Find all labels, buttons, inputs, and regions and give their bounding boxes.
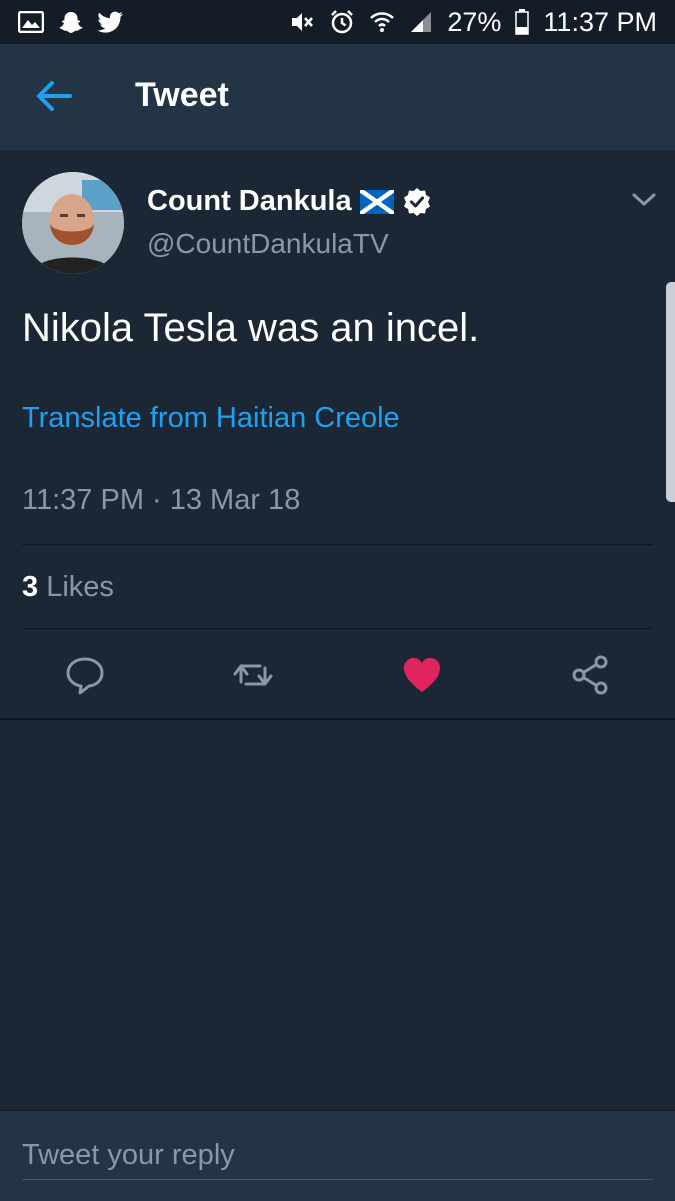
page-title: Tweet — [135, 76, 229, 114]
likes-count: 3 — [22, 571, 39, 603]
author-name[interactable]: Count Dankula — [147, 185, 352, 218]
divider — [22, 628, 653, 629]
status-time: 11:37 PM — [543, 6, 657, 37]
image-icon — [18, 11, 44, 33]
snapchat-icon — [59, 12, 83, 33]
retweet-icon[interactable] — [232, 654, 274, 696]
signal-icon — [411, 12, 432, 32]
divider — [22, 544, 653, 545]
status-system: 27% 11:37 PM — [289, 7, 657, 38]
likes-label: Likes — [46, 571, 114, 603]
battery-percent: 27% — [447, 6, 502, 37]
back-arrow-icon[interactable] — [34, 79, 74, 113]
tweet-timestamp: 11:37 PM · 13 Mar 18 — [22, 484, 301, 516]
verified-badge-icon — [403, 187, 430, 216]
reply-input[interactable] — [22, 1131, 653, 1180]
likes-stat[interactable]: 3 Likes — [22, 571, 114, 604]
reply-icon[interactable] — [64, 654, 106, 696]
avatar[interactable] — [22, 172, 124, 274]
wifi-icon — [370, 12, 395, 32]
tweet-section-border — [0, 718, 675, 720]
app-bar: Tweet — [0, 44, 675, 150]
battery-icon — [515, 9, 530, 35]
tweet-text: Nikola Tesla was an incel. — [22, 306, 480, 350]
reply-bar — [0, 1110, 675, 1201]
mute-icon — [292, 13, 314, 31]
status-notifications — [18, 10, 124, 34]
translate-link[interactable]: Translate from Haitian Creole — [22, 402, 400, 435]
alarm-icon — [331, 10, 354, 34]
author-name-row: Count Dankula — [147, 185, 432, 218]
author-handle[interactable]: @CountDankulaTV — [147, 228, 389, 260]
share-icon[interactable] — [569, 654, 611, 696]
chevron-down-icon[interactable] — [630, 190, 658, 210]
status-bar: 27% 11:37 PM — [0, 0, 675, 44]
avatar-image — [22, 172, 124, 274]
flag-icon — [359, 189, 394, 214]
scrollbar[interactable] — [666, 282, 675, 502]
heart-icon[interactable] — [401, 654, 443, 696]
twitter-icon — [98, 11, 123, 33]
